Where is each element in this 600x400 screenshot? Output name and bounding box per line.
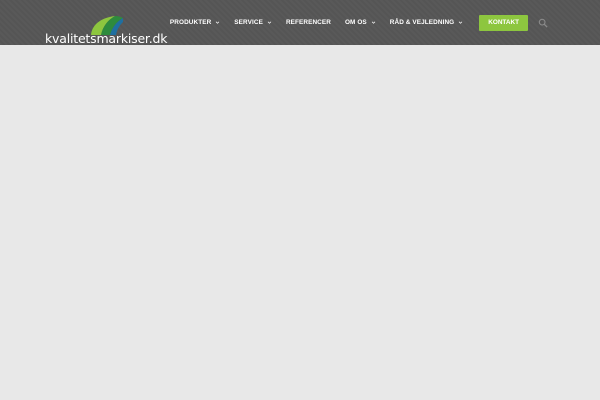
kontakt-button[interactable]: KONTAKT <box>479 14 528 31</box>
nav-item-label: OM OS <box>344 19 367 26</box>
nav-item-label: PRODUKTER <box>169 19 212 26</box>
nav-item-produkter[interactable]: PRODUKTER <box>170 19 220 26</box>
nav-item-om-os[interactable]: OM OS <box>345 19 376 26</box>
chevron-down-icon <box>371 21 376 24</box>
nav-item-referencer[interactable]: REFERENCER <box>286 19 331 26</box>
search-icon <box>538 18 548 28</box>
nav-item-label: SERVICE <box>234 19 263 26</box>
chevron-down-icon <box>216 21 220 24</box>
chevron-down-icon <box>458 21 463 24</box>
site-logo[interactable]: kvalitetsmarkiser.dk <box>45 14 167 46</box>
main-navigation: PRODUKTER SERVICE REFERENCER OM OS RÅD &… <box>170 0 600 45</box>
nav-item-raad-vejledning[interactable]: RÅD & VEJLEDNING <box>390 19 463 26</box>
main-content-area <box>0 45 600 400</box>
logo-wordmark: kvalitetsmarkiser.dk <box>45 31 168 46</box>
nav-item-label: REFERENCER <box>285 19 331 26</box>
nav-item-label: RÅD & VEJLEDNING <box>389 19 455 26</box>
site-header: kvalitetsmarkiser.dk PRODUKTER SERVICE R… <box>0 0 600 46</box>
nav-item-service[interactable]: SERVICE <box>234 19 272 26</box>
search-button[interactable] <box>536 16 550 30</box>
chevron-down-icon <box>267 21 272 24</box>
